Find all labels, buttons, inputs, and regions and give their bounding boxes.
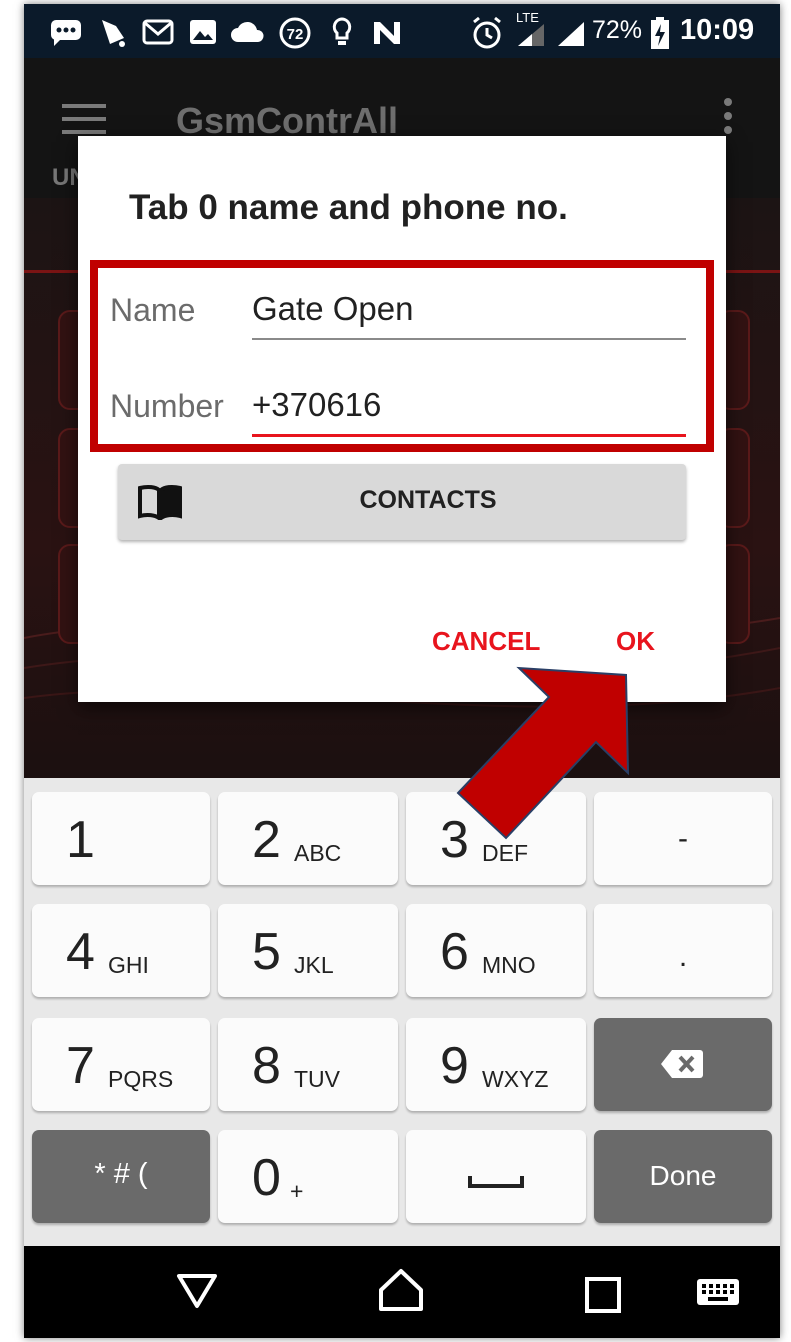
notification-badge-text: 72 [287, 26, 304, 43]
key-main: - [678, 822, 688, 855]
key-space[interactable] [406, 1130, 586, 1223]
gmail-icon [142, 19, 174, 45]
hamburger-icon[interactable] [62, 104, 106, 134]
chat-icon [51, 20, 81, 46]
key-7[interactable]: 7 PQRS [32, 1018, 210, 1111]
key-symbols[interactable]: * # ( [32, 1130, 210, 1223]
key-sub: MNO [482, 952, 536, 978]
key-3[interactable]: 3 DEF [406, 792, 586, 885]
key-main: 5 [252, 923, 281, 981]
bell-icon [102, 20, 125, 47]
key-sub: WXYZ [482, 1066, 549, 1092]
key-sub: PQRS [108, 1066, 174, 1092]
key-2[interactable]: 2 ABC [218, 792, 398, 885]
space-icon [468, 1176, 524, 1188]
back-triangle-icon[interactable] [176, 1272, 218, 1310]
key-6[interactable]: 6 MNO [406, 904, 586, 997]
key-main: 9 [440, 1037, 469, 1095]
number-field[interactable] [252, 386, 684, 424]
name-field-underline [252, 338, 686, 340]
key-sub: TUV [294, 1066, 340, 1092]
key-main: 0 [252, 1149, 281, 1207]
recents-icon[interactable] [584, 1276, 622, 1314]
key-backspace[interactable] [594, 1018, 772, 1111]
key-main: 6 [440, 923, 469, 981]
key-main: 3 [440, 811, 469, 869]
key-1[interactable]: 1 [32, 792, 210, 885]
key-period[interactable]: . [594, 904, 772, 997]
key-main: 8 [252, 1037, 281, 1095]
badge-72-icon: 72 [279, 17, 311, 49]
cloud-icon [231, 21, 264, 42]
contacts-button[interactable]: CONTACTS [118, 464, 686, 540]
key-sub: DEF [482, 840, 528, 866]
signal-icon [558, 22, 584, 46]
n-icon [374, 22, 400, 44]
key-sub: ABC [294, 840, 342, 866]
key-main: 7 [66, 1037, 95, 1095]
alarm-icon [473, 16, 501, 49]
more-vert-icon[interactable] [724, 98, 732, 140]
name-phone-dialog: Tab 0 name and phone no. Name Number CON… [78, 136, 726, 702]
key-4[interactable]: 4 GHI [32, 904, 210, 997]
key-0[interactable]: 0 + [218, 1130, 398, 1223]
key-done[interactable]: Done [594, 1130, 772, 1223]
cancel-button[interactable]: CANCEL [432, 626, 540, 657]
phone-screen: 72 LTE 72% 10:09 GsmContrAll UN Tab 0 na… [24, 4, 780, 1338]
navigation-bar [24, 1246, 780, 1338]
key-main: 4 [66, 923, 95, 981]
home-icon[interactable] [378, 1268, 424, 1312]
key-main: 2 [252, 811, 281, 869]
key-main: Done [649, 1160, 717, 1191]
signal-icon [518, 24, 544, 46]
key-main: . [678, 940, 688, 973]
image-icon [190, 20, 216, 44]
dialog-title: Tab 0 name and phone no. [129, 188, 568, 227]
number-field-underline [252, 434, 686, 437]
keyboard-icon[interactable] [696, 1278, 740, 1306]
battery-percent: 72% [592, 16, 643, 44]
name-label: Name [110, 292, 196, 328]
ok-button[interactable]: OK [616, 626, 655, 657]
key-sub: JKL [294, 952, 334, 978]
numeric-keyboard: 1 2 ABC 3 DEF - 4 GHI 5 JKL 6 MNO . 7 PQ… [24, 778, 780, 1246]
status-bar: 72 LTE 72% 10:09 [24, 4, 780, 58]
key-sub: + [290, 1178, 304, 1204]
name-field[interactable] [252, 290, 684, 328]
key-main: * # ( [94, 1158, 148, 1190]
key-5[interactable]: 5 JKL [218, 904, 398, 997]
backspace-icon [661, 1050, 703, 1078]
key-9[interactable]: 9 WXYZ [406, 1018, 586, 1111]
battery-charging-icon [651, 17, 669, 49]
number-label: Number [110, 388, 224, 424]
clock-time: 10:09 [680, 14, 755, 46]
key-sub: GHI [108, 952, 149, 978]
contacts-label: CONTACTS [359, 486, 497, 514]
key-8[interactable]: 8 TUV [218, 1018, 398, 1111]
key-main: 1 [66, 811, 95, 869]
key-dash[interactable]: - [594, 792, 772, 885]
bulb-icon [332, 17, 352, 45]
